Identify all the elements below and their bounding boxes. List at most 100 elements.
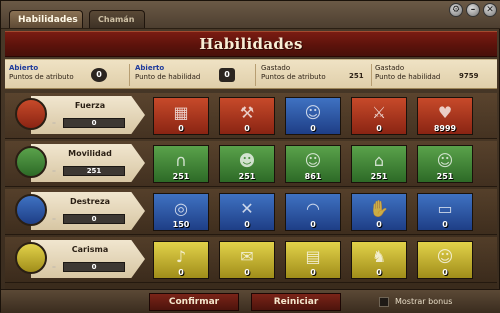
attr-open-label-1: Abierto [9,64,39,72]
horse-icon: ♞ [371,247,387,266]
skills-grid: Fuerza – 0 ▦ 0 ⚒ 0 ☺ 0 ⚔ 0 ♥ 8999 Movilidad –… [5,93,497,289]
horn-icon: ♪ [175,247,187,266]
skill-destreza-5[interactable]: ▭ 0 [417,193,473,231]
skill-destreza-4[interactable]: ✋ 0 [351,193,407,231]
bottom-bar: Confirmar Reiniciar Mostrar bonus [1,289,500,313]
skill-carisma-1[interactable]: ♪ 0 [153,241,209,279]
hat-icon: ⌂ [373,151,385,170]
tab-chaman[interactable]: Chamán [89,10,145,28]
skill-movilidad-2[interactable]: ☻ 251 [219,145,275,183]
skill-carisma-3[interactable]: ▤ 0 [285,241,341,279]
skill-open-label-1: Abierto [135,64,165,72]
target-icon: ◎ [174,199,188,218]
show-bonus-label: Mostrar bonus [395,297,453,306]
show-bonus-checkbox[interactable] [379,297,389,307]
skill-open-value: 0 [219,68,235,82]
bricks-icon: ▦ [173,103,189,122]
attribute-row-destreza: Destreza – 0 ◎ 150 ✕ 0 ◠ 0 ✋ 0 ▭ 0 [5,189,497,235]
attribute-value: – 0 [52,214,125,224]
skill-value: 150 [172,220,190,229]
skill-carisma-5[interactable]: ☺ 0 [417,241,473,279]
pistols-icon: ✕ [240,199,254,218]
tab-habilidades[interactable]: Habilidades [9,10,83,28]
minus-icon[interactable]: – [52,263,56,271]
arm-icon [15,98,47,130]
close-icon[interactable]: ✕ [483,3,497,17]
skill-spent-label-1: Gastado [375,64,405,72]
attr-open-value: 0 [91,68,107,82]
title-banner: Habilidades [5,31,497,57]
skill-destreza-2[interactable]: ✕ 0 [219,193,275,231]
skill-value: 251 [172,172,190,181]
attribute-name: Destreza [69,197,111,206]
attribute-value-text: 251 [86,167,102,175]
boot-icon [15,146,47,178]
attribute-value-text: 0 [91,263,97,271]
heart-icon: ♥ [437,103,453,122]
skill-value: 0 [442,268,448,277]
skill-spent-value: 9759 [459,72,479,80]
skill-movilidad-5[interactable]: ☺ 251 [417,145,473,183]
rifle-icon: ▭ [437,199,453,218]
attribute-value: – 0 [52,118,125,128]
window-controls: ⚙ – ✕ [449,3,497,17]
attribute-destreza[interactable]: Destreza – 0 [9,192,145,230]
skill-value: 0 [376,268,382,277]
divider [371,64,372,86]
skill-spent-label-2: Punto de habilidad [375,73,441,81]
attribute-value: – 0 [52,262,125,272]
reset-button[interactable]: Reiniciar [251,293,341,311]
skill-value: 0 [310,124,316,133]
skills-window: Habilidades Chamán ⚙ – ✕ Habilidades Abi… [0,0,500,313]
minus-icon[interactable]: – [52,119,56,127]
skill-movilidad-4[interactable]: ⌂ 251 [351,145,407,183]
attribute-carisma[interactable]: Carisma – 0 [9,240,145,278]
minimize-icon[interactable]: – [466,3,480,17]
attribute-name: Fuerza [74,101,106,110]
attribute-row-fuerza: Fuerza – 0 ▦ 0 ⚒ 0 ☺ 0 ⚔ 0 ♥ 8999 [5,93,497,139]
hand-icon: ✋ [369,199,389,218]
horseshoe-icon: ∩ [175,151,187,170]
skill-value: 251 [370,172,388,181]
confirm-button[interactable]: Confirmar [149,293,239,311]
skill-value: 0 [376,220,382,229]
skill-movilidad-1[interactable]: ∩ 251 [153,145,209,183]
skill-fuerza-3[interactable]: ☺ 0 [285,97,341,135]
skill-movilidad-3[interactable]: ☺ 861 [285,145,341,183]
skill-destreza-1[interactable]: ◎ 150 [153,193,209,231]
attribute-name: Carisma [71,245,109,254]
skill-spent-label: Gastado Punto de habilidad [375,64,440,82]
attribute-movilidad[interactable]: Movilidad – 251 [9,144,145,182]
minus-icon[interactable]: – [52,167,56,175]
tab-bar: Habilidades Chamán ⚙ – ✕ [1,1,500,29]
map-icon: ▤ [305,247,321,266]
skill-carisma-2[interactable]: ✉ 0 [219,241,275,279]
cowboy-icon: ☺ [304,103,322,122]
minus-icon[interactable]: – [52,215,56,223]
divider [255,64,256,86]
attr-spent-label-1: Gastado [261,64,291,72]
attr-open-label-2: Puntos de atributo [9,73,74,81]
attribute-value-text: 0 [91,119,97,127]
skill-fuerza-4[interactable]: ⚔ 0 [351,97,407,135]
attribute-row-movilidad: Movilidad – 251 ∩ 251 ☻ 251 ☺ 861 ⌂ 251 ☺ 251 [5,141,497,187]
skill-carisma-4[interactable]: ♞ 0 [351,241,407,279]
skill-destreza-3[interactable]: ◠ 0 [285,193,341,231]
skill-fuerza-2[interactable]: ⚒ 0 [219,97,275,135]
attribute-value-text: 0 [91,215,97,223]
cowboy-icon: ☺ [436,151,454,170]
gear-icon[interactable]: ⚙ [449,3,463,17]
attribute-fuerza[interactable]: Fuerza – 0 [9,96,145,134]
skill-value: 0 [178,268,184,277]
skill-fuerza-1[interactable]: ▦ 0 [153,97,209,135]
skill-value: 0 [244,124,250,133]
skill-value: 8999 [433,124,457,133]
skill-value: 0 [310,220,316,229]
attribute-value: – 251 [52,166,125,176]
attr-spent-label: Gastado Puntos de atributo [261,64,326,82]
skill-value: 251 [436,172,454,181]
attr-spent-value: 251 [349,72,364,80]
skill-fuerza-5[interactable]: ♥ 8999 [417,97,473,135]
skill-value: 0 [178,124,184,133]
skill-value: 251 [238,172,256,181]
